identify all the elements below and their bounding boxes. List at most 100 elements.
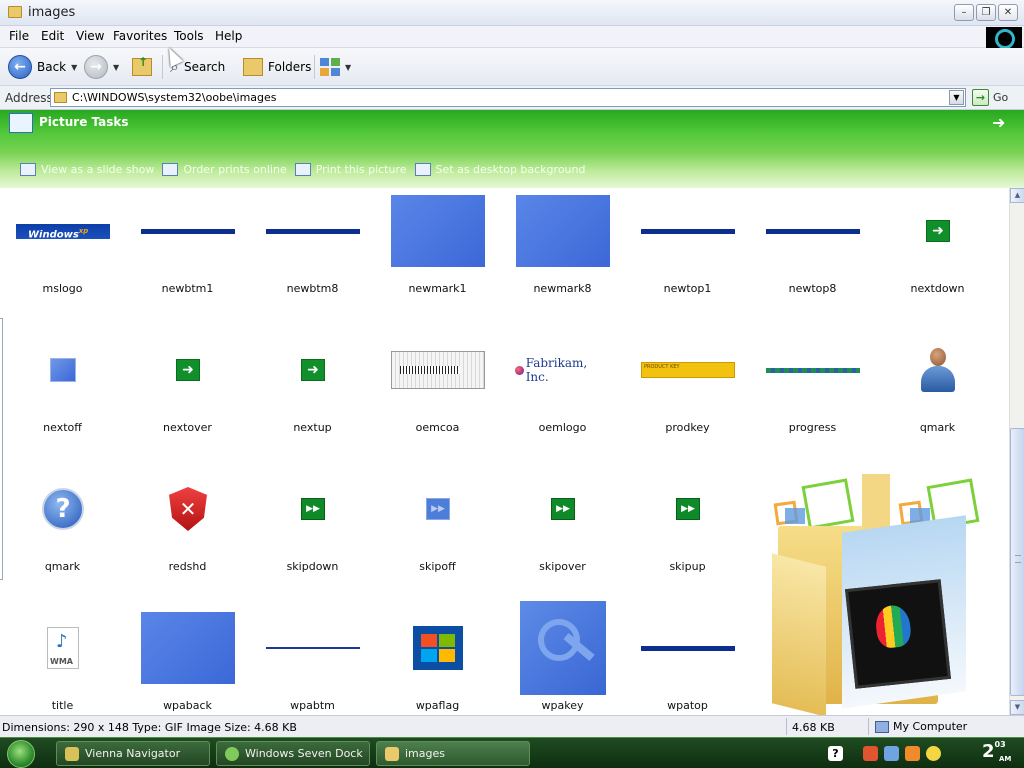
picture-tasks-title: Picture Tasks [39, 115, 129, 129]
taskbar-item-windows-seven-dock[interactable]: Windows Seven Dock [216, 741, 370, 766]
help-icon[interactable]: ? [828, 746, 843, 761]
file-name: newtop8 [788, 282, 837, 295]
chevron-down-icon[interactable]: ▼ [71, 63, 77, 72]
task-print-picture[interactable]: Print this picture [294, 163, 407, 176]
menu-view[interactable]: View [76, 29, 104, 43]
dock-icon [225, 746, 239, 761]
file-item[interactable]: ▶▶ skipover [500, 469, 625, 608]
red-shield-icon: ✕ [169, 487, 207, 531]
file-item[interactable]: wpaback [125, 608, 250, 715]
file-name: wpakey [541, 699, 584, 712]
file-item[interactable]: wpatop [625, 608, 750, 715]
task-set-desktop-background[interactable]: Set as desktop background [414, 163, 585, 176]
vertical-scrollbar[interactable]: ▲ ▼ [1009, 188, 1024, 715]
window-controls: – ❐ ✕ [954, 4, 1018, 21]
file-item[interactable]: newtop8 [750, 191, 875, 330]
scroll-up-button[interactable]: ▲ [1010, 188, 1024, 203]
views-button[interactable]: ▼ [320, 54, 351, 80]
antivirus-icon[interactable] [905, 746, 920, 761]
file-thumbnail: PRODUCT KEY [640, 330, 736, 410]
file-item[interactable]: oemcoa [375, 330, 500, 469]
close-button[interactable]: ✕ [998, 4, 1018, 21]
file-item[interactable]: ➜ nextdown [875, 191, 1000, 330]
file-item[interactable]: newbtm8 [250, 191, 375, 330]
folders-button[interactable]: Folders [243, 54, 311, 80]
file-name: qmark [919, 421, 956, 434]
slideshow-icon [20, 163, 36, 176]
file-item[interactable]: ✕ redshd [125, 469, 250, 608]
address-dropdown-button[interactable]: ▼ [949, 90, 964, 105]
file-thumbnail [515, 191, 611, 271]
scroll-thumb[interactable] [1010, 428, 1024, 696]
menu-edit[interactable]: Edit [41, 29, 64, 43]
start-button[interactable] [7, 740, 35, 768]
file-thumbnail: ▶▶ [390, 469, 486, 549]
menu-help[interactable]: Help [215, 29, 242, 43]
file-item[interactable]: newbtm1 [125, 191, 250, 330]
file-item[interactable]: ➜ nextup [250, 330, 375, 469]
file-item[interactable]: Fabrikam, Inc. oemlogo [500, 330, 625, 469]
menu-tools[interactable]: Tools [174, 29, 204, 43]
file-item[interactable]: qmark [875, 330, 1000, 469]
file-item[interactable]: newtop1 [625, 191, 750, 330]
file-item[interactable]: wpaflag [375, 608, 500, 715]
menu-favorites[interactable]: Favorites [113, 29, 167, 43]
clock-minute: 03 [994, 740, 1006, 749]
taskbar-clock[interactable]: 203 AM [982, 740, 1011, 763]
taskbar-item-vienna-navigator[interactable]: Vienna Navigator [56, 741, 210, 766]
file-item[interactable]: ▶▶ skipdown [250, 469, 375, 608]
up-folder-button[interactable]: ↑ [132, 54, 152, 80]
file-item[interactable]: newmark1 [375, 191, 500, 330]
maximize-button[interactable]: ❐ [976, 4, 996, 21]
bar-thumbnail [641, 228, 735, 234]
picture-tasks-panel: Picture Tasks ➜ View as a slide show Ord… [0, 110, 1024, 188]
file-item[interactable]: progress [750, 330, 875, 469]
blue-square-thumbnail [50, 358, 76, 382]
back-button[interactable]: ← Back ▼ [8, 54, 77, 80]
menu-file[interactable]: File [9, 29, 29, 43]
task-slide-show[interactable]: View as a slide show [20, 163, 154, 176]
file-item[interactable]: nextoff [0, 330, 125, 469]
skip-disabled-icon: ▶▶ [426, 498, 450, 520]
taskbar-item-label: Windows Seven Dock [245, 747, 363, 760]
chevron-down-icon[interactable]: ▼ [345, 63, 351, 72]
file-thumbnail: ♪ WMA [15, 608, 111, 688]
folder-icon [54, 92, 67, 103]
network-icon[interactable] [884, 746, 899, 761]
file-thumbnail: ▶▶ [515, 469, 611, 549]
file-item[interactable]: newmark8 [500, 191, 625, 330]
balloon-filmstrip-icon [845, 579, 951, 689]
file-name: title [51, 699, 74, 712]
file-name: prodkey [665, 421, 710, 434]
file-item[interactable]: ▶▶ skipoff [375, 469, 500, 608]
file-name: wpaflag [415, 699, 460, 712]
status-bar: Dimensions: 290 x 148 Type: GIF Image Si… [0, 715, 1024, 737]
file-item[interactable]: PRODUCT KEY prodkey [625, 330, 750, 469]
file-item[interactable]: ♪ WMA title [0, 608, 125, 715]
file-thumbnail [265, 191, 361, 271]
file-item[interactable]: ➜ nextover [125, 330, 250, 469]
file-item[interactable]: ? qmark [0, 469, 125, 608]
file-name: newtop1 [663, 282, 712, 295]
windows-flag-icon [413, 626, 463, 670]
forward-button[interactable]: → ▼ [84, 54, 119, 80]
file-item[interactable]: Windowsxp mslogo [0, 191, 125, 330]
messenger-icon[interactable] [926, 746, 941, 761]
task-order-prints[interactable]: Order prints online [162, 163, 287, 176]
address-input[interactable]: C:\WINDOWS\system32\oobe\images ▼ [50, 88, 966, 107]
collapse-arrow-icon[interactable]: ➜ [992, 115, 1008, 132]
chevron-down-icon[interactable]: ▼ [113, 63, 119, 72]
file-name: skipdown [286, 560, 339, 573]
taskbar-item-images[interactable]: images [376, 741, 530, 766]
minimize-button[interactable]: – [954, 4, 974, 21]
folders-icon [243, 58, 263, 76]
file-item[interactable]: wpabtm [250, 608, 375, 715]
file-name: skipover [539, 560, 586, 573]
status-zone-label: My Computer [893, 720, 968, 733]
security-alert-icon[interactable] [863, 746, 878, 761]
scroll-down-button[interactable]: ▼ [1010, 700, 1024, 715]
file-item[interactable]: wpakey [500, 601, 625, 715]
go-button[interactable]: → Go [972, 89, 1008, 106]
file-item[interactable]: ▶▶ skipup [625, 469, 750, 608]
toolbar: ← Back ▼ → ▼ ↑ ⌕ Search Folders ▼ [0, 48, 1024, 86]
